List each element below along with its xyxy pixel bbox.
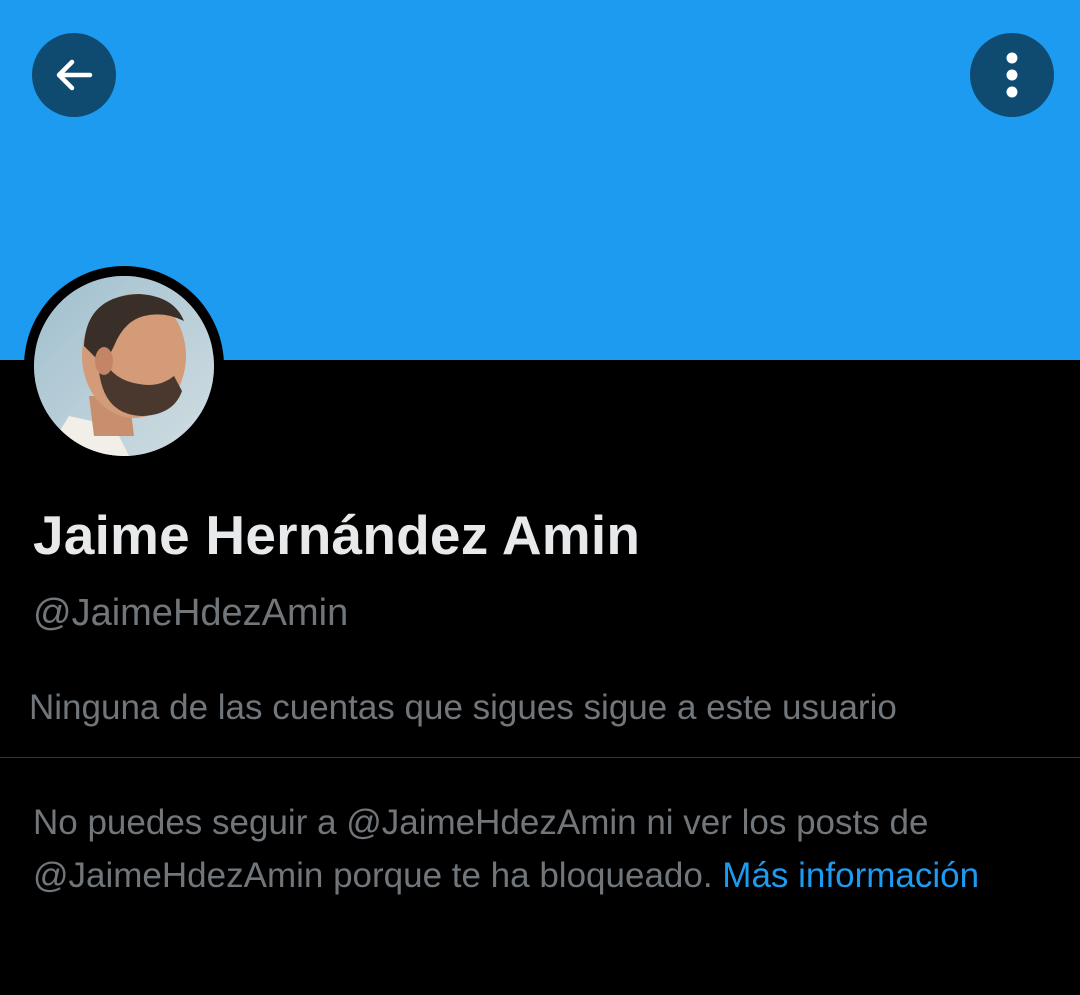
divider <box>0 757 1080 758</box>
blocked-notice: No puedes seguir a @JaimeHdezAmin ni ver… <box>33 796 1043 902</box>
profile-display-name: Jaime Hernández Amin <box>33 504 641 566</box>
profile-handle: @JaimeHdezAmin <box>33 592 349 634</box>
arrow-left-icon <box>52 53 96 97</box>
more-vertical-icon <box>1002 50 1022 100</box>
followers-you-know-text[interactable]: Ninguna de las cuentas que sigues sigue … <box>29 688 897 728</box>
more-info-link[interactable]: Más información <box>722 856 979 895</box>
avatar-photo <box>34 276 214 456</box>
back-button[interactable] <box>32 33 116 117</box>
avatar[interactable] <box>24 266 224 466</box>
more-options-button[interactable] <box>970 33 1054 117</box>
